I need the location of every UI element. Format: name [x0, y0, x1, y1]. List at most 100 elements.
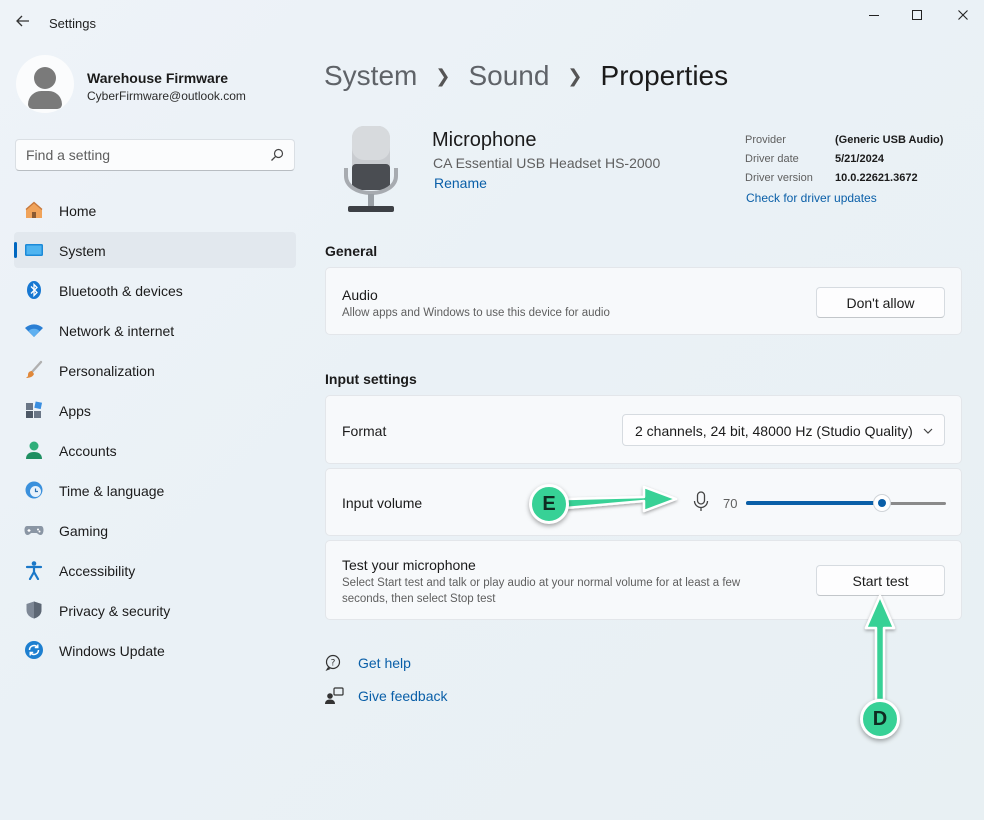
sidebar-item-label: Time & language	[59, 483, 165, 499]
sidebar-item-label: Windows Update	[59, 643, 165, 659]
title-bar: Settings	[0, 0, 984, 44]
device-name: Microphone	[432, 129, 537, 151]
sidebar-item-label: Accounts	[59, 443, 117, 459]
give-feedback-label: Give feedback	[358, 688, 448, 704]
search-box[interactable]	[15, 139, 295, 171]
back-arrow-icon	[16, 15, 29, 27]
avatar	[16, 55, 74, 113]
sidebar-item-label: Bluetooth & devices	[59, 283, 183, 299]
driver-version-label: Driver version	[745, 172, 813, 184]
provider-value: (Generic USB Audio)	[835, 134, 944, 146]
sidebar-item-label: Privacy & security	[59, 603, 171, 619]
sidebar-nav: Home System Bluetooth & devices Network …	[14, 192, 296, 672]
sidebar-item-windows-update[interactable]: Windows Update	[14, 632, 296, 668]
sidebar-item-accessibility[interactable]: Accessibility	[14, 552, 296, 588]
driver-date-value: 5/21/2024	[835, 153, 884, 165]
slider-thumb[interactable]	[873, 494, 891, 512]
apps-icon	[26, 401, 43, 418]
audio-description: Allow apps and Windows to use this devic…	[342, 307, 610, 319]
user-name: Warehouse Firmware	[87, 70, 229, 86]
audio-card: Audio Allow apps and Windows to use this…	[325, 267, 962, 335]
sidebar-item-label: Personalization	[59, 363, 155, 379]
input-volume-value: 70	[723, 496, 738, 511]
slider-fill	[746, 501, 882, 505]
maximize-button[interactable]	[900, 4, 934, 26]
format-dropdown[interactable]: 2 channels, 24 bit, 48000 Hz (Studio Qua…	[622, 414, 945, 446]
sidebar-item-label: System	[59, 243, 106, 259]
page-title: Properties	[600, 60, 729, 91]
breadcrumb: System ❯ Sound ❯ Properties	[324, 56, 728, 96]
sidebar-item-system[interactable]: System	[14, 232, 296, 268]
back-button[interactable]	[12, 10, 34, 32]
format-card: Format 2 channels, 24 bit, 48000 Hz (Stu…	[325, 395, 962, 464]
search-icon[interactable]	[270, 148, 284, 162]
callout-d-badge: D	[860, 699, 900, 739]
test-microphone-title: Test your microphone	[342, 557, 476, 573]
sidebar-item-home[interactable]: Home	[14, 192, 296, 228]
chevron-right-icon: ❯	[567, 65, 583, 86]
feedback-icon	[325, 687, 344, 704]
sidebar-item-label: Gaming	[59, 523, 109, 539]
close-icon	[958, 10, 968, 20]
format-value: 2 channels, 24 bit, 48000 Hz (Studio Qua…	[635, 423, 913, 439]
start-test-button[interactable]: Start test	[816, 565, 945, 596]
maximize-icon	[912, 10, 922, 20]
test-microphone-description-line1: Select Start test and talk or play audio…	[342, 577, 741, 589]
sidebar-item-bluetooth[interactable]: Bluetooth & devices	[14, 272, 296, 308]
svg-text:?: ?	[331, 659, 336, 669]
sidebar-item-network[interactable]: Network & internet	[14, 312, 296, 348]
general-section-title: General	[325, 243, 378, 259]
audio-title: Audio	[342, 287, 378, 303]
breadcrumb-system[interactable]: System	[324, 60, 417, 92]
clock-globe-icon	[25, 481, 43, 499]
app-title: Settings	[49, 16, 96, 31]
gamepad-icon	[24, 526, 44, 535]
minimize-icon	[869, 15, 879, 16]
input-settings-section-title: Input settings	[325, 371, 417, 387]
wifi-icon	[25, 324, 43, 337]
home-icon	[25, 201, 43, 218]
format-label: Format	[342, 423, 387, 439]
callout-e-badge: E	[529, 484, 569, 524]
bluetooth-icon	[27, 281, 41, 299]
system-icon	[25, 244, 43, 256]
microphone-icon[interactable]	[692, 491, 710, 513]
user-email: CyberFirmware@outlook.com	[87, 89, 246, 103]
sidebar-item-gaming[interactable]: Gaming	[14, 512, 296, 548]
sidebar-item-apps[interactable]: Apps	[14, 392, 296, 428]
sidebar-item-label: Network & internet	[59, 323, 175, 339]
input-volume-card: Input volume 70	[325, 468, 962, 536]
sidebar-item-label: Apps	[59, 403, 91, 419]
driver-version-value: 10.0.22621.3672	[835, 172, 918, 184]
search-input[interactable]	[26, 146, 256, 164]
sidebar-item-label: Home	[59, 203, 97, 219]
shield-icon	[26, 601, 42, 619]
breadcrumb-sound[interactable]: Sound	[468, 60, 549, 92]
sidebar-item-label: Accessibility	[59, 563, 136, 579]
minimize-button[interactable]	[857, 4, 891, 26]
user-profile[interactable]: Warehouse Firmware CyberFirmware@outlook…	[16, 55, 296, 115]
sidebar-item-privacy[interactable]: Privacy & security	[14, 592, 296, 628]
driver-date-label: Driver date	[745, 153, 799, 165]
accessibility-icon	[25, 561, 43, 580]
check-driver-updates-link[interactable]: Check for driver updates	[746, 191, 877, 205]
input-volume-label: Input volume	[342, 495, 423, 511]
microphone-device-icon	[344, 126, 398, 212]
input-volume-slider[interactable]	[746, 494, 946, 512]
close-button[interactable]	[946, 4, 980, 26]
provider-label: Provider	[745, 134, 786, 146]
chevron-right-icon: ❯	[435, 65, 451, 86]
rename-link[interactable]: Rename	[434, 175, 487, 191]
update-icon	[25, 641, 43, 659]
accounts-icon	[26, 441, 42, 459]
test-microphone-description-line2: seconds, then select Stop test	[342, 593, 496, 605]
sidebar-item-personalization[interactable]: Personalization	[14, 352, 296, 388]
get-help-icon: ?	[325, 654, 341, 671]
test-microphone-card: Test your microphone Select Start test a…	[325, 540, 962, 620]
sidebar-item-accounts[interactable]: Accounts	[14, 432, 296, 468]
chevron-down-icon	[923, 428, 933, 434]
dont-allow-button[interactable]: Don't allow	[816, 287, 945, 318]
get-help-label: Get help	[358, 655, 411, 671]
sidebar-item-time-language[interactable]: Time & language	[14, 472, 296, 508]
brush-icon	[26, 360, 43, 378]
